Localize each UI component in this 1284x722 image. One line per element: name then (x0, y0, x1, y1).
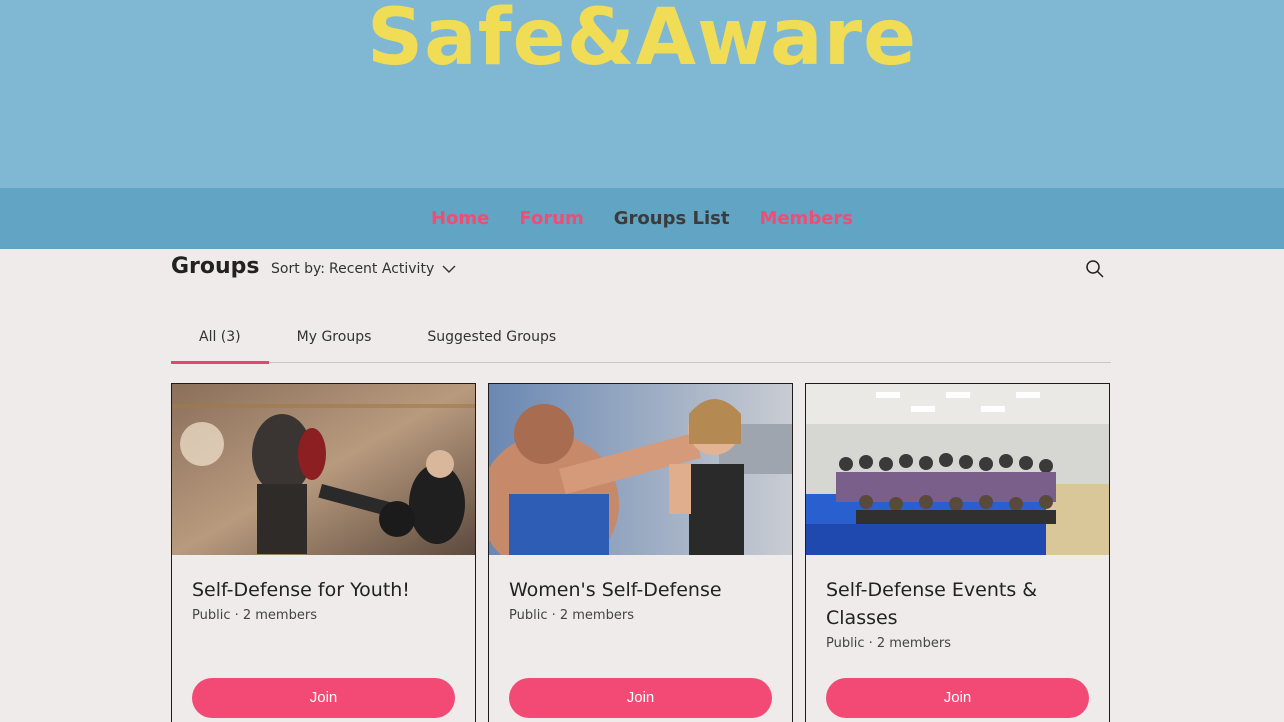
chevron-down-icon (442, 265, 456, 273)
nav-item-groups-list[interactable]: Groups List (614, 208, 730, 229)
nav-item-forum[interactable]: Forum (519, 208, 583, 229)
group-meta: Public · 2 members (192, 608, 317, 623)
tab-suggested-groups[interactable]: Suggested Groups (399, 320, 584, 363)
tab-all[interactable]: All (3) (171, 320, 269, 364)
groups-header: Groups Sort by: Recent Activity (171, 252, 1111, 286)
group-title[interactable]: Self-Defense Events & Classes (826, 576, 1096, 632)
tab-my-groups[interactable]: My Groups (269, 320, 400, 363)
group-meta: Public · 2 members (826, 636, 951, 651)
site-header: Safe&Aware (0, 0, 1284, 188)
group-image-events[interactable] (806, 384, 1109, 555)
search-icon[interactable] (1085, 259, 1105, 279)
page-title: Groups (171, 254, 260, 279)
group-title[interactable]: Self-Defense for Youth! (192, 576, 462, 604)
main-nav: Home Forum Groups List Members (0, 188, 1284, 249)
join-button[interactable]: Join (192, 678, 455, 718)
nav-item-members[interactable]: Members (759, 208, 853, 229)
sort-label: Sort by: (271, 261, 326, 277)
group-cards: Self-Defense for Youth! Public · 2 membe… (171, 383, 1111, 722)
group-image-youth[interactable] (172, 384, 475, 555)
sort-value: Recent Activity (329, 261, 435, 277)
group-card-events[interactable]: Self-Defense Events & Classes Public · 2… (805, 383, 1110, 722)
group-title[interactable]: Women's Self-Defense (509, 576, 779, 604)
join-button[interactable]: Join (509, 678, 772, 718)
site-title[interactable]: Safe&Aware (0, 0, 1284, 88)
group-card-youth[interactable]: Self-Defense for Youth! Public · 2 membe… (171, 383, 476, 722)
join-button[interactable]: Join (826, 678, 1089, 718)
sort-dropdown[interactable]: Sort by: Recent Activity (271, 261, 456, 277)
nav-item-home[interactable]: Home (431, 208, 489, 229)
group-card-women[interactable]: Women's Self-Defense Public · 2 members … (488, 383, 793, 722)
group-tabs: All (3) My Groups Suggested Groups (171, 320, 1111, 364)
group-meta: Public · 2 members (509, 608, 634, 623)
group-image-women[interactable] (489, 384, 792, 555)
